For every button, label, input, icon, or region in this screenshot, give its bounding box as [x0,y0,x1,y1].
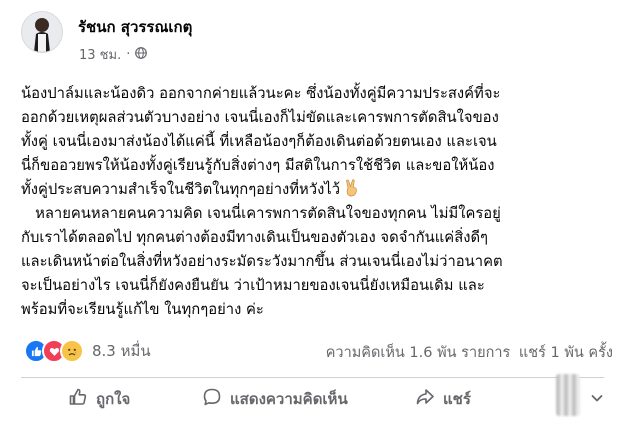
sad-reaction-icon [60,339,84,363]
reaction-count: 8.3 หมื่น [92,342,151,360]
comment-label: แสดงความคิดเห็น [230,390,348,408]
like-button[interactable]: ถูกใจ [68,387,130,411]
post-line: น้องปาล์มและน้องดิว ออกจากค่ายแล้วนะคะ ซ… [21,85,501,102]
dot-separator: · [126,47,131,62]
post-line: กับเราได้ตลอดไป ทุกคนต่างต้องมีทางเดินเป… [21,229,489,246]
author-avatar[interactable] [21,11,63,53]
post-time[interactable]: 13 ชม. [79,44,121,65]
thumbs-up-icon [68,387,88,411]
author-name[interactable]: รัชนก สุวรรณเกตุ [78,15,192,39]
globe-icon[interactable] [135,46,148,63]
post-line: ออกด้วยเหตุผลส่วนตัวบางอย่าง เจนนี่เองก็… [21,109,499,126]
chevron-down-icon[interactable] [589,390,605,406]
post-line: ทั้งคู่ เจนนี่เองมาส่งน้องได้แค่นี้ ที่เ… [21,133,497,150]
share-label: แชร์ [443,390,471,408]
post-line: พร้อมที่จะเรียนรู้แก้ไข ในทุกๆอย่าง ค่ะ [21,301,264,318]
post-line-with-emoji: ทั้งคู่ประสบความสำเร็จในชีวิตในทุกๆอย่าง… [21,178,617,202]
comment-button[interactable]: แสดงความคิดเห็น [202,387,348,411]
share-button[interactable]: แชร์ [415,387,471,411]
post-line: นี่ก็ขออวยพรให้น้องทั้งคู่เรียนรู้กับสิ่… [21,157,495,174]
post-line: หลายคนหลายคนความคิด เจนนี่เคารพการตัดสิน… [21,205,501,222]
blurred-profile-avatar[interactable] [556,374,580,416]
engagement-stats: ความคิดเห็น 1.6 พัน รายการ แชร์ 1 พัน คร… [322,341,613,364]
facebook-post: รัชนก สุวรรณเกตุ 13 ชม. · น้องปาล์มและน้… [0,0,625,421]
post-meta: 13 ชม. · [79,44,148,65]
post-line: และเดินหน้าต่อในสิ่งที่หวังอย่างระมัดระว… [21,253,503,270]
post-body: น้องปาล์มและน้องดิว ออกจากค่ายแล้วนะคะ ซ… [21,82,617,322]
comment-bubble-icon [202,387,222,411]
like-label: ถูกใจ [96,390,131,408]
comment-count-link[interactable]: ความคิดเห็น 1.6 พัน รายการ [326,345,511,361]
reaction-icons [24,339,84,363]
post-actions-bar: ถูกใจ แสดงความคิดเห็น แชร์ [20,381,605,417]
post-line: จะเป็นอย่างไร เจนนี่ก็ยังคงยืนยัน ว่าเป้… [21,277,485,294]
reactions-summary[interactable]: 8.3 หมื่น [24,339,151,363]
share-count-link[interactable]: แชร์ 1 พัน ครั้ง [519,345,613,361]
divider [21,377,604,378]
post-line-text: ทั้งคู่ประสบความสำเร็จในชีวิตในทุกๆอย่าง… [21,181,341,198]
share-arrow-icon [415,387,435,411]
